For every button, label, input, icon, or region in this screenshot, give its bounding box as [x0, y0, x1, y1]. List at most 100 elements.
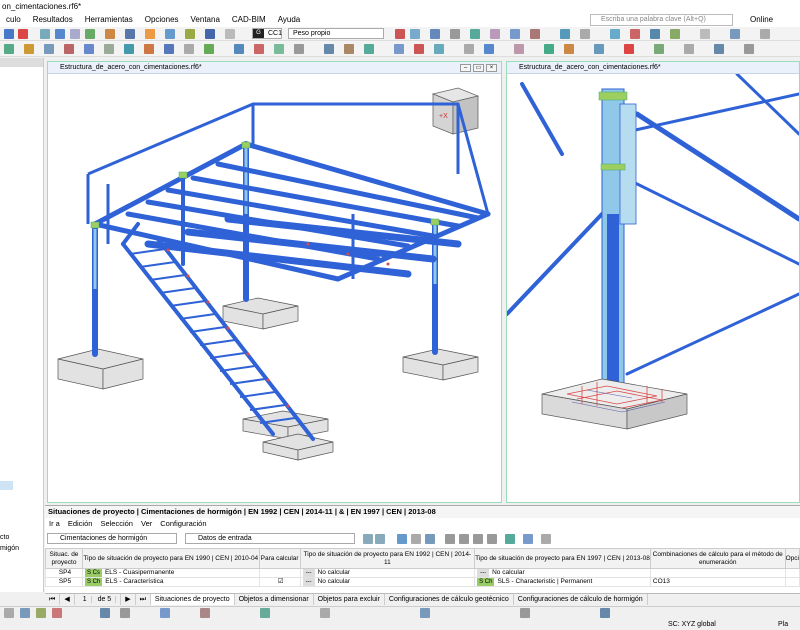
more-icon[interactable] [760, 29, 770, 39]
scale-icon[interactable] [104, 44, 114, 54]
panel-menu-edit[interactable]: Edición [64, 519, 97, 529]
solid-icon[interactable] [344, 44, 354, 54]
ortho-icon[interactable] [20, 608, 30, 618]
delete-icon[interactable] [18, 29, 28, 39]
layers-icon[interactable] [730, 29, 740, 39]
table-settings-icon[interactable] [473, 534, 483, 544]
calculate-checkbox[interactable]: ☑ [258, 577, 301, 587]
window-icon[interactable] [714, 44, 724, 54]
cell-type-en1990[interactable]: S Cs ELS - Cuasipermanente [81, 568, 260, 578]
view-3d-icon[interactable] [610, 29, 620, 39]
settings-icon[interactable] [700, 29, 710, 39]
col-header-options[interactable]: Opci [784, 548, 800, 569]
col-header-combinations[interactable]: Combinaciones de cálculo para el método … [649, 548, 786, 569]
cell-situation[interactable]: SP5 [45, 577, 83, 587]
navigator-panel[interactable]: cto migón [0, 58, 44, 592]
select-row-icon[interactable] [397, 534, 407, 544]
menu-resultados[interactable]: Resultados [27, 13, 79, 27]
info-icon[interactable] [594, 44, 604, 54]
tab-objects-to-exclude[interactable]: Objetos para excluir [314, 594, 385, 605]
pan-icon[interactable] [670, 29, 680, 39]
visibility-icon[interactable] [394, 44, 404, 54]
values-icon[interactable] [490, 29, 500, 39]
snap-icon[interactable] [630, 29, 640, 39]
clip-icon[interactable] [434, 44, 444, 54]
panel-menu-settings[interactable]: Configuración [156, 519, 210, 529]
hide-icon[interactable] [414, 44, 424, 54]
display-icon[interactable] [520, 608, 530, 618]
copy-row-icon[interactable] [411, 534, 421, 544]
panel-menu-goto[interactable]: Ir a [45, 519, 64, 529]
restore-button[interactable]: ▭ [473, 64, 484, 72]
member-icon[interactable] [125, 29, 135, 39]
cell-type-en1997[interactable]: --- No calcular [474, 568, 651, 578]
cell-type-en1992[interactable]: --- No calcular [299, 577, 476, 587]
zoom-icon[interactable] [650, 29, 660, 39]
columns-icon[interactable] [459, 534, 469, 544]
navigator-selected-item[interactable] [0, 481, 13, 490]
guide-icon[interactable] [204, 44, 214, 54]
viewport-detail[interactable]: Estructura_de_acero_con_cimentaciones.rf… [505, 61, 800, 503]
tools-icon[interactable] [654, 44, 664, 54]
wireframe-icon[interactable] [324, 44, 334, 54]
menu-ventana[interactable]: Ventana [185, 13, 226, 27]
excel-icon[interactable] [505, 534, 515, 544]
animation-icon[interactable] [470, 29, 480, 39]
visibility-mode-icon[interactable] [420, 608, 430, 618]
osnap-icon[interactable] [52, 608, 62, 618]
table-row[interactable]: SP5 S Ch ELS - Característica ☑ --- No cal… [45, 577, 800, 587]
node-icon[interactable] [205, 29, 215, 39]
cell-type-en1990[interactable]: S Ch ELS - Característica [81, 577, 260, 587]
results-display-icon[interactable] [430, 29, 440, 39]
cell-type-en1992[interactable]: --- No calcular [299, 568, 476, 578]
cell-situation[interactable]: SP4 [45, 568, 83, 578]
filter-rows-icon[interactable] [425, 534, 435, 544]
menu-ayuda[interactable]: Ayuda [272, 13, 307, 27]
render-mode-icon[interactable] [600, 608, 610, 618]
loadcase-name-dropdown[interactable]: Peso propio [288, 28, 384, 39]
viewport-main[interactable]: Estructura_de_acero_con_cimentaciones.rf… [47, 61, 502, 503]
yz-plane-icon[interactable] [274, 44, 284, 54]
tab-design-situations[interactable]: Situaciones de proyecto [150, 594, 235, 605]
section-icon[interactable] [510, 29, 520, 39]
model-icon[interactable] [4, 29, 14, 39]
panel-menu-selection[interactable]: Selección [96, 519, 137, 529]
next-icon[interactable] [375, 534, 385, 544]
panel-menu-view[interactable]: Ver [137, 519, 156, 529]
results-icon[interactable] [105, 29, 115, 39]
plane-label[interactable]: Pla [778, 620, 788, 630]
structure-3d-view[interactable]: +X [48, 74, 501, 502]
tab-objects-to-design[interactable]: Objetos a dimensionar [235, 594, 314, 605]
print-icon[interactable] [560, 29, 570, 39]
first-page-button[interactable]: ⏮ [45, 594, 61, 605]
tab-geotechnical-config[interactable]: Configuraciones de cálculo geotécnico [385, 594, 514, 605]
navigator-item[interactable]: migón [0, 545, 19, 552]
cell-to-calculate[interactable] [258, 568, 301, 578]
view-icon[interactable] [40, 29, 50, 39]
calc-icon[interactable] [85, 29, 95, 39]
cell-options[interactable] [784, 568, 800, 578]
iso-view-icon[interactable] [294, 44, 304, 54]
close-button[interactable]: × [486, 64, 497, 72]
cell-type-en1997[interactable]: S Ch SLS - Characteristic | Permanent [474, 577, 651, 587]
cell-combinations[interactable] [649, 568, 786, 578]
prev-loadcase-icon[interactable] [395, 29, 405, 39]
surface-icon[interactable] [185, 29, 195, 39]
prev-icon[interactable] [363, 534, 373, 544]
divide-icon[interactable] [124, 44, 134, 54]
transparent-icon[interactable] [364, 44, 374, 54]
text-tool-icon[interactable] [200, 608, 210, 618]
line-icon[interactable] [514, 44, 524, 54]
dim-tool-icon[interactable] [160, 608, 170, 618]
guideline-icon[interactable] [320, 608, 330, 618]
load-icon[interactable] [145, 29, 155, 39]
export-table-icon[interactable] [487, 534, 497, 544]
prev-page-button[interactable]: ◀ [60, 594, 75, 605]
cell-combinations[interactable]: CO13 [649, 577, 786, 587]
table-row[interactable]: SP4 S Cs ELS - Cuasipermanente --- No calc… [45, 568, 800, 578]
xz-plane-icon[interactable] [254, 44, 264, 54]
xy-plane-icon[interactable] [234, 44, 244, 54]
color-icon[interactable] [484, 44, 494, 54]
menu-herramientas[interactable]: Herramientas [79, 13, 139, 27]
copy-icon[interactable] [44, 44, 54, 54]
